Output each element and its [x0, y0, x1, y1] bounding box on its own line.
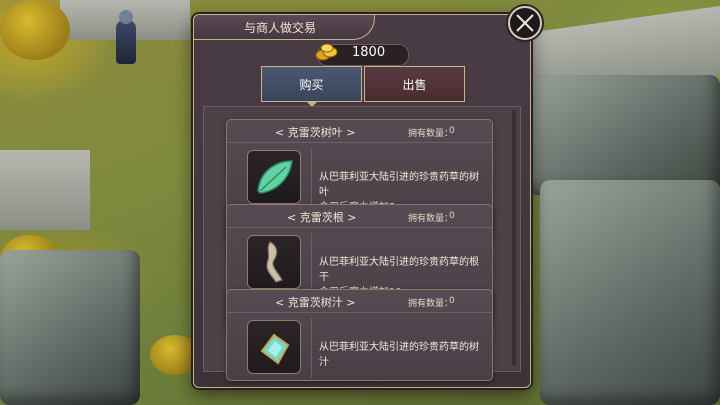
item-name: < 克雷茨根 >	[287, 211, 357, 224]
card-divider	[311, 318, 312, 378]
item-list-scrollbar[interactable]	[512, 110, 516, 366]
item-icon-slot	[247, 320, 301, 374]
item-description: 从巴菲利亚大陆引进的珍贵药草的树汁	[319, 340, 484, 370]
tab-buy[interactable]: 购买	[261, 66, 362, 102]
yellow-tree	[0, 0, 70, 60]
item-description-line: 从巴菲利亚大陆引进的珍贵药草的树汁	[319, 342, 479, 368]
owned-count: 0	[449, 211, 455, 221]
item-card-header: < 克雷茨根 > 拥有数量： 0	[227, 205, 492, 228]
dialog-title: 与商人做交易	[244, 21, 317, 35]
owned-count: 0	[449, 296, 455, 306]
item-description-line: 从巴菲利亚大陆引进的珍贵药草的树叶	[319, 172, 479, 198]
item-description-line: 从巴菲利亚大陆引进的珍贵药草的根干	[319, 257, 479, 283]
dialog-title-tab: 与商人做交易	[194, 15, 375, 40]
item-name: < 克雷茨树叶 >	[275, 126, 356, 139]
item-card-header: < 克雷茨树汁 > 拥有数量： 0	[227, 290, 492, 313]
gold-amount: 1800	[352, 45, 386, 60]
sap-crystal-icon	[260, 333, 290, 365]
owned-count-label: 拥有数量：	[408, 214, 454, 224]
item-card-sap[interactable]: < 克雷茨树汁 > 拥有数量： 0 从巴菲利亚大陆引进的珍贵药草的树汁	[226, 289, 493, 381]
stone-bridge	[0, 150, 90, 230]
item-card-header: < 克雷茨树叶 > 拥有数量： 0	[227, 120, 492, 143]
root-icon	[266, 241, 283, 283]
player-character[interactable]	[116, 10, 136, 64]
close-button[interactable]	[508, 6, 542, 40]
tab-buy-label: 购买	[299, 77, 324, 92]
owned-count: 0	[449, 126, 455, 136]
tab-sell-label: 出售	[402, 77, 427, 92]
item-icon-slot	[247, 235, 301, 289]
owned-count-label: 拥有数量：	[408, 299, 454, 309]
green-leaf-icon	[257, 160, 293, 194]
rock-cluster-right-top	[525, 75, 720, 195]
rock-cluster-left	[0, 250, 140, 405]
item-icon-slot	[247, 150, 301, 204]
gold-coins-icon	[315, 43, 338, 61]
tab-sell[interactable]: 出售	[364, 66, 465, 102]
rock-cluster-right	[540, 180, 720, 405]
owned-count-label: 拥有数量：	[408, 129, 454, 139]
item-name: < 克雷茨树汁 >	[275, 296, 356, 309]
close-icon	[516, 14, 534, 32]
